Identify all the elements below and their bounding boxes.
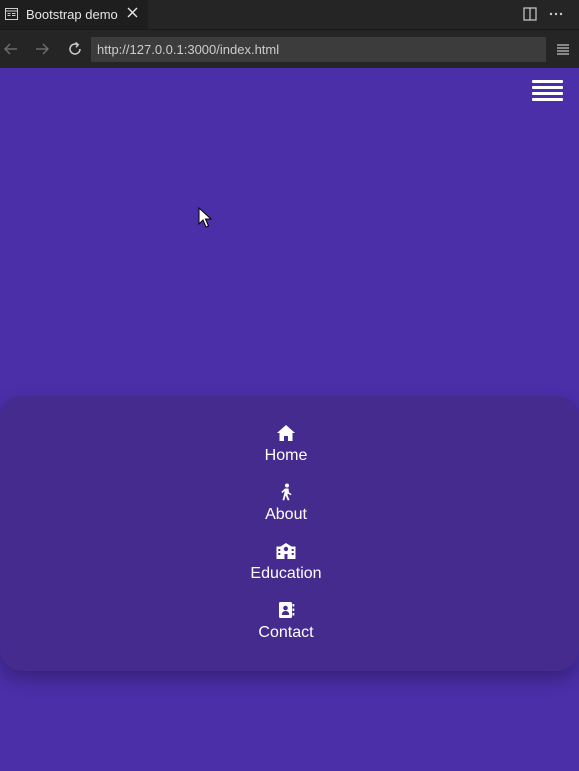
tab-title: Bootstrap demo	[26, 7, 118, 22]
forward-arrow-icon[interactable]	[33, 40, 51, 58]
nav-menu-panel: Home About Education Contact	[0, 396, 579, 671]
nav-item-about[interactable]: About	[0, 483, 579, 533]
nav-item-label: Home	[264, 447, 308, 464]
nav-item-label: Contact	[258, 624, 314, 641]
browser-menu-icon[interactable]	[556, 42, 570, 56]
nav-item-label: About	[265, 506, 307, 523]
url-text: http://127.0.0.1:3000/index.html	[97, 42, 280, 57]
walking-person-icon	[281, 483, 292, 501]
nav-item-contact[interactable]: Contact	[0, 601, 579, 651]
home-icon	[277, 425, 295, 441]
page-content: Home About Education Contact	[0, 68, 579, 771]
close-icon[interactable]	[126, 6, 139, 19]
nav-item-home[interactable]: Home	[0, 424, 579, 474]
reload-icon[interactable]	[66, 40, 84, 58]
nav-item-label: Education	[250, 565, 322, 582]
more-actions-icon[interactable]	[548, 7, 564, 21]
browser-nav-bar: http://127.0.0.1:3000/index.html	[0, 29, 579, 68]
browser-tab-bar: Bootstrap demo	[0, 0, 579, 29]
browser-tab[interactable]: Bootstrap demo	[0, 0, 148, 29]
split-editor-icon[interactable]	[523, 7, 537, 21]
school-icon	[276, 543, 296, 559]
address-book-icon	[279, 602, 295, 618]
page-icon	[5, 8, 18, 20]
address-bar[interactable]: http://127.0.0.1:3000/index.html	[91, 37, 546, 62]
back-arrow-icon[interactable]	[2, 40, 20, 58]
mouse-cursor-icon	[198, 207, 212, 228]
nav-item-education[interactable]: Education	[0, 542, 579, 592]
hamburger-icon[interactable]	[532, 80, 564, 102]
